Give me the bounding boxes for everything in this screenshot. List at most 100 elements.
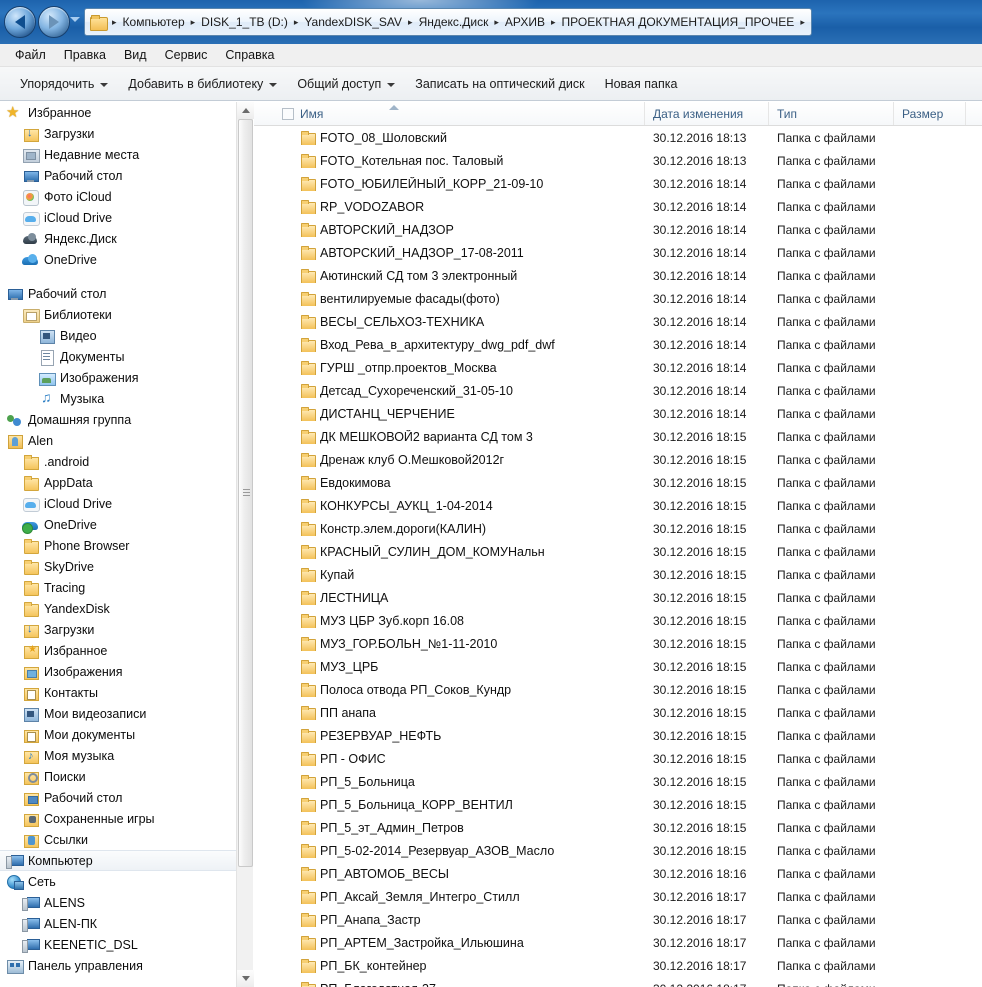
column-header-3[interactable]: Размер [894,102,966,125]
breadcrumb-item-1[interactable]: DISK_1_TB (D:) [198,13,291,31]
column-header-1[interactable]: Дата изменения [645,102,769,125]
history-dropdown-icon[interactable] [70,17,80,22]
menu-item-4[interactable]: Справка [216,45,283,65]
table-row[interactable]: Вход_Рева_в_архитектуру_dwg_pdf_dwf 30.12… [254,333,982,356]
sidebar-item-33[interactable]: Рабочий стол [0,787,236,808]
table-row[interactable]: Констр.элем.дороги(КАЛИН) 30.12.2016 18:1… [254,517,982,540]
sidebar-item-37[interactable]: Сеть [0,871,236,892]
sidebar-item-26[interactable]: Избранное [0,640,236,661]
sidebar-item-41[interactable]: Панель управления [0,955,236,976]
breadcrumb-item-5[interactable]: ПРОЕКТНАЯ ДОКУМЕНТАЦИЯ_ПРОЧЕЕ [559,13,798,31]
sidebar-item-38[interactable]: ALENS [0,892,236,913]
sidebar-item-18[interactable]: AppData [0,472,236,493]
toolbar-button-3[interactable]: Записать на оптический диск [405,73,594,95]
sidebar-item-7[interactable]: OneDrive [0,249,236,270]
table-row[interactable]: РП_5_Больница 30.12.2016 18:15 Папка с фай… [254,770,982,793]
sidebar-item-32[interactable]: Поиски [0,766,236,787]
toolbar-button-4[interactable]: Новая папка [595,73,688,95]
table-row[interactable]: RP_VODOZABOR 30.12.2016 18:14 Папка с файл… [254,195,982,218]
table-row[interactable]: МУЗ_ЦРБ 30.12.2016 18:15 Папка с файлами [254,655,982,678]
sidebar-item-30[interactable]: Мои документы [0,724,236,745]
sidebar-item-6[interactable]: Яндекс.Диск [0,228,236,249]
column-header-0[interactable]: Имя [254,102,645,125]
sidebar-item-9[interactable]: Рабочий стол [0,283,236,304]
scroll-up-button[interactable] [237,102,254,119]
sidebar-item-34[interactable]: Сохраненные игры [0,808,236,829]
table-row[interactable]: РП_Анапа_Застр 30.12.2016 18:17 Папка с фа… [254,908,982,931]
table-row[interactable]: РП_Благодатная-37 30.12.2016 18:17 Папка с… [254,977,982,987]
address-bar[interactable]: ▸ Компьютер ▸ DISK_1_TB (D:) ▸ YandexDIS… [84,8,812,36]
table-row[interactable]: ЛЕСТНИЦА 30.12.2016 18:15 Папка с файлами [254,586,982,609]
table-row[interactable]: Дренаж клуб О.Мешковой2012г 30.12.2016 18… [254,448,982,471]
sidebar-item-24[interactable]: YandexDisk [0,598,236,619]
sidebar-item-11[interactable]: Видео [0,325,236,346]
table-row[interactable]: РП - ОФИС 30.12.2016 18:15 Папка с файлами [254,747,982,770]
table-row[interactable]: FOTO_08_Шоловский 30.12.2016 18:13 Папка с… [254,126,982,149]
sidebar-item-25[interactable]: Загрузки [0,619,236,640]
sidebar-item-28[interactable]: Контакты [0,682,236,703]
table-row[interactable]: РП_АРТЕМ_Застройка_Ильюшина 30.12.2016 18… [254,931,982,954]
menu-item-2[interactable]: Вид [115,45,156,65]
table-row[interactable]: РП_5_эт_Админ_Петров 30.12.2016 18:15 Папк… [254,816,982,839]
sidebar-item-1[interactable]: Загрузки [0,123,236,144]
sidebar-item-4[interactable]: Фото iCloud [0,186,236,207]
table-row[interactable]: FOTO_Котельная пос. Таловый 30.12.2016 18… [254,149,982,172]
sidebar-item-23[interactable]: Tracing [0,577,236,598]
table-row[interactable]: АВТОРСКИЙ_НАДЗОР_17-08-2011 30.12.2016 18… [254,241,982,264]
sidebar-item-16[interactable]: Alen [0,430,236,451]
table-row[interactable]: вентилируемые фасады(фото) 30.12.2016 18:… [254,287,982,310]
sidebar-item-2[interactable]: Недавние места [0,144,236,165]
table-row[interactable]: Полоса отвода РП_Соков_Кундр 30.12.2016 1… [254,678,982,701]
sidebar-item-3[interactable]: Рабочий стол [0,165,236,186]
table-row[interactable]: Детсад_Сухореченский_31-05-10 30.12.2016 … [254,379,982,402]
sidebar-item-29[interactable]: Мои видеозаписи [0,703,236,724]
table-row[interactable]: ДК МЕШКОВОЙ2 варианта СД том 3 30.12.2016… [254,425,982,448]
sidebar-item-13[interactable]: Изображения [0,367,236,388]
breadcrumb-item-0[interactable]: Компьютер [120,13,188,31]
scroll-down-button[interactable] [237,970,254,987]
sidebar-item-19[interactable]: iCloud Drive [0,493,236,514]
sidebar-item-20[interactable]: OneDrive [0,514,236,535]
table-row[interactable]: РП_5-02-2014_Резервуар_АЗОВ_Масло 30.12.2… [254,839,982,862]
table-row[interactable]: РП_5_Больница_КОРР_ВЕНТИЛ 30.12.2016 18:1… [254,793,982,816]
table-row[interactable]: ПП анапа 30.12.2016 18:15 Папка с файлами [254,701,982,724]
scroll-thumb[interactable] [238,119,253,867]
table-row[interactable]: РЕЗЕРВУАР_НЕФТЬ 30.12.2016 18:15 Папка с ф… [254,724,982,747]
sidebar-item-14[interactable]: Музыка [0,388,236,409]
menu-item-1[interactable]: Правка [55,45,115,65]
menu-item-0[interactable]: Файл [6,45,55,65]
breadcrumb-item-4[interactable]: АРХИВ [502,13,548,31]
sidebar-item-17[interactable]: .android [0,451,236,472]
table-row[interactable]: МУЗ ЦБР Зуб.корп 16.08 30.12.2016 18:15 Па… [254,609,982,632]
table-row[interactable]: КРАСНЫЙ_СУЛИН_ДОМ_КОМУНальн 30.12.2016 18… [254,540,982,563]
forward-button[interactable] [38,6,70,38]
table-row[interactable]: FOTO_ЮБИЛЕЙНЫЙ_КОРР_21-09-10 30.12.2016 1… [254,172,982,195]
table-row[interactable]: МУЗ_ГОР.БОЛЬН_№1-11-2010 30.12.2016 18:15… [254,632,982,655]
table-row[interactable]: РП_АВТОМОБ_ВЕСЫ 30.12.2016 18:16 Папка с ф… [254,862,982,885]
sidebar-item-40[interactable]: KEENETIC_DSL [0,934,236,955]
navigation-scrollbar[interactable] [236,102,254,987]
column-header-2[interactable]: Тип [769,102,894,125]
table-row[interactable]: КОНКУРСЫ_АУКЦ_1-04-2014 30.12.2016 18:15 П… [254,494,982,517]
table-row[interactable]: ГУРШ _отпр.проектов_Москва 30.12.2016 18:… [254,356,982,379]
table-row[interactable]: РП_БК_контейнер 30.12.2016 18:17 Папка с ф… [254,954,982,977]
table-row[interactable]: Аютинский СД том 3 электронный 30.12.2016… [254,264,982,287]
breadcrumb-item-2[interactable]: YandexDISK_SAV [301,13,405,31]
sidebar-item-15[interactable]: Домашняя группа [0,409,236,430]
sidebar-item-0[interactable]: Избранное [0,102,236,123]
sidebar-item-27[interactable]: Изображения [0,661,236,682]
sidebar-item-22[interactable]: SkyDrive [0,556,236,577]
sidebar-item-5[interactable]: iCloud Drive [0,207,236,228]
menu-item-3[interactable]: Сервис [156,45,217,65]
toolbar-button-0[interactable]: Упорядочить [10,73,118,95]
table-row[interactable]: Евдокимова 30.12.2016 18:15 Папка с файлам… [254,471,982,494]
breadcrumb-item-3[interactable]: Яндекс.Диск [416,13,492,31]
sidebar-item-12[interactable]: Документы [0,346,236,367]
table-row[interactable]: ВЕСЫ_СЕЛЬХОЗ-ТЕХНИКА 30.12.2016 18:14 Папк… [254,310,982,333]
table-row[interactable]: Купай 30.12.2016 18:15 Папка с файлами [254,563,982,586]
sidebar-item-31[interactable]: Моя музыка [0,745,236,766]
sidebar-item-35[interactable]: Ссылки [0,829,236,850]
back-button[interactable] [4,6,36,38]
table-row[interactable]: АВТОРСКИЙ_НАДЗОР 30.12.2016 18:14 Папка с … [254,218,982,241]
sidebar-item-21[interactable]: Phone Browser [0,535,236,556]
